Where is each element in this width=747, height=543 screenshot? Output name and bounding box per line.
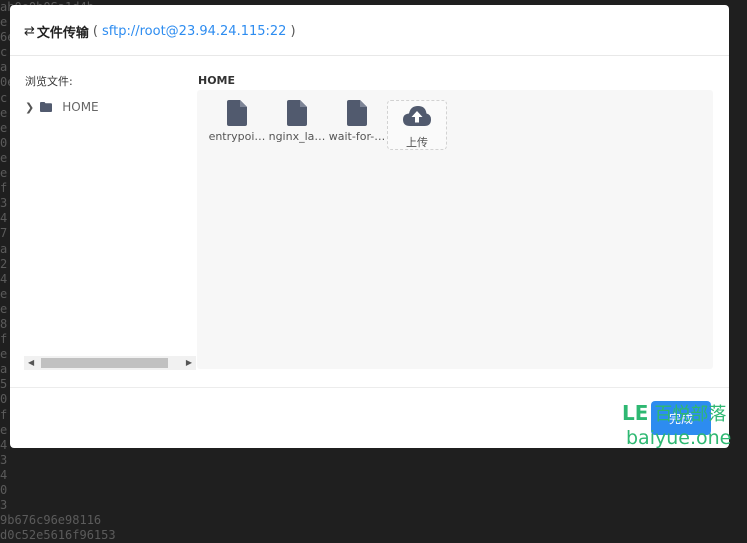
file-item[interactable]: entrypoi… bbox=[207, 100, 267, 150]
file-transfer-dialog: ⇄ 文件传输 ( sftp://root@23.94.24.115:22 ) 浏… bbox=[10, 5, 729, 448]
current-dir-heading: HOME bbox=[198, 74, 236, 87]
watermark-top: LE 百悦部落 bbox=[622, 400, 726, 426]
cloud-upload-icon bbox=[403, 106, 431, 126]
folder-icon bbox=[40, 102, 53, 112]
sftp-host-link[interactable]: sftp://root@23.94.24.115:22 bbox=[102, 24, 286, 39]
scroll-right-icon[interactable]: ▶ bbox=[186, 358, 192, 367]
scroll-left-icon[interactable]: ◀ bbox=[28, 358, 34, 367]
watermark-brand: 百悦部落 bbox=[654, 404, 727, 425]
watermark-logo: LE bbox=[622, 401, 649, 425]
file-icon bbox=[227, 100, 247, 126]
dialog-title-text: 文件传输 bbox=[36, 26, 89, 41]
dialog-header: ⇄ 文件传输 ( sftp://root@23.94.24.115:22 ) bbox=[10, 5, 729, 56]
terminal-line: 9b676c96e98116 bbox=[0, 513, 102, 528]
scrollbar-thumb[interactable] bbox=[41, 358, 168, 368]
file-list-panel: entrypoi… nginx_la… wait-for-… 上传 bbox=[197, 90, 713, 369]
footer-divider bbox=[10, 387, 729, 388]
dialog-title: ⇄ 文件传输 ( sftp://root@23.94.24.115:22 ) bbox=[24, 22, 300, 41]
tree-item-label: HOME bbox=[62, 100, 99, 114]
file-item[interactable]: wait-for-… bbox=[327, 100, 387, 150]
file-name: wait-for-… bbox=[328, 130, 386, 143]
file-item[interactable]: nginx_la… bbox=[267, 100, 327, 150]
paren-close: ) bbox=[290, 24, 296, 39]
transfer-icon: ⇄ bbox=[24, 24, 35, 39]
watermark-domain: baiyue.one bbox=[626, 427, 732, 449]
browse-heading: 浏览文件: bbox=[25, 75, 73, 88]
horizontal-scrollbar[interactable]: ◀ ▶ bbox=[24, 356, 196, 370]
file-name: nginx_la… bbox=[268, 130, 326, 143]
file-icon bbox=[347, 100, 367, 126]
paren-open: ( bbox=[92, 24, 98, 39]
tree-item-home[interactable]: ❯ HOME bbox=[25, 100, 99, 114]
upload-button[interactable]: 上传 bbox=[387, 100, 447, 150]
file-name: entrypoi… bbox=[208, 130, 266, 143]
watermark: LE 百悦部落 baiyue.one bbox=[622, 400, 742, 458]
terminal-line: d0c52e5616f96153 bbox=[0, 528, 116, 543]
chevron-right-icon[interactable]: ❯ bbox=[25, 101, 34, 114]
browse-panel: 浏览文件: ❯ HOME ◀ ▶ bbox=[24, 70, 196, 370]
file-icon bbox=[287, 100, 307, 126]
terminal-line: 3 bbox=[0, 498, 8, 513]
terminal-line: 4 bbox=[0, 467, 8, 482]
upload-label: 上传 bbox=[406, 136, 428, 149]
terminal-line: 0 bbox=[0, 483, 8, 497]
